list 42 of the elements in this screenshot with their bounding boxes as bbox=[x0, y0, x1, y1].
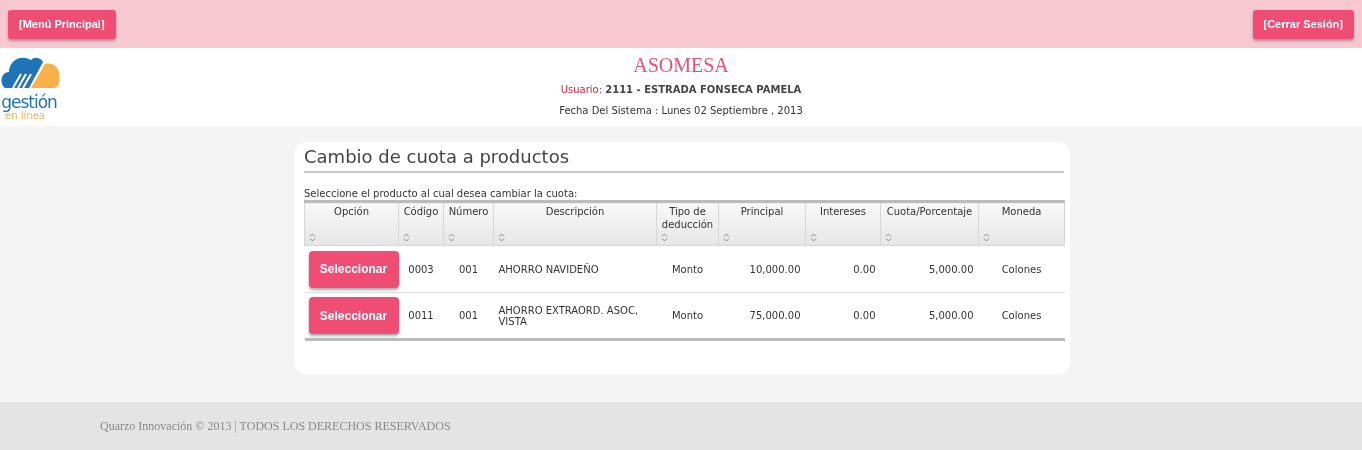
column-header[interactable]: Número bbox=[443, 201, 494, 246]
logo-text: gestión bbox=[1, 94, 57, 110]
column-header[interactable]: Principal bbox=[718, 201, 806, 246]
instruction-text: Seleccione el producto al cual desea cambiar la cuota: bbox=[304, 188, 579, 200]
table-cell: 0.00 bbox=[805, 292, 881, 340]
table-cell: 0003 bbox=[398, 245, 444, 293]
table-cell: Colones bbox=[978, 292, 1065, 340]
column-header[interactable]: Tipo de deducción bbox=[656, 201, 719, 246]
sort-icon[interactable] bbox=[885, 233, 892, 242]
table-cell: 0011 bbox=[398, 292, 444, 340]
column-header[interactable]: Moneda bbox=[978, 201, 1065, 246]
organization-title: ASOMESA bbox=[633, 53, 729, 77]
system-date: Fecha Del Sistema : Lunes 02 Septiembre , 2013 bbox=[559, 105, 803, 116]
column-header[interactable]: Descripción bbox=[493, 201, 657, 246]
table-cell: 10,000.00 bbox=[718, 245, 806, 293]
panel-title: Cambio de cuota a productos bbox=[304, 146, 1064, 173]
column-header[interactable]: Intereses bbox=[805, 201, 881, 246]
table-cell: 5,000.00 bbox=[880, 245, 979, 293]
table-cell: 001 bbox=[443, 245, 494, 293]
table-cell: Monto bbox=[656, 292, 719, 340]
sort-icon[interactable] bbox=[661, 233, 668, 242]
table-cell: 0.00 bbox=[805, 245, 881, 293]
column-header[interactable]: Código bbox=[398, 201, 444, 246]
table-cell: AHORRO EXTRAORD. ASOC, VISTA bbox=[493, 292, 657, 340]
sort-icon[interactable] bbox=[309, 233, 316, 242]
table-cell: Monto bbox=[656, 245, 719, 293]
user-label: Usuario: bbox=[560, 84, 603, 95]
copyright-text: Quarzo Innovación © 2013 | TODOS LOS DERECHOS RESERVADOS bbox=[100, 418, 451, 434]
table-cell: Colones bbox=[978, 245, 1065, 293]
column-header[interactable]: Opción bbox=[304, 201, 399, 246]
column-header[interactable]: Cuota/Porcentaje bbox=[880, 201, 979, 246]
table-cell: 001 bbox=[443, 292, 494, 340]
sort-icon[interactable] bbox=[723, 233, 730, 242]
table-cell: 5,000.00 bbox=[880, 292, 979, 340]
sort-icon[interactable] bbox=[983, 233, 990, 242]
sort-icon[interactable] bbox=[403, 233, 410, 242]
sort-icon[interactable] bbox=[448, 233, 455, 242]
sort-icon[interactable] bbox=[810, 233, 817, 242]
sort-icon[interactable] bbox=[498, 233, 505, 242]
table-cell: 75,000.00 bbox=[718, 292, 806, 340]
user-name: 2111 - ESTRADA FONSECA PAMELA bbox=[605, 84, 802, 95]
table-cell: AHORRO NAVIDEÑO bbox=[493, 245, 657, 293]
